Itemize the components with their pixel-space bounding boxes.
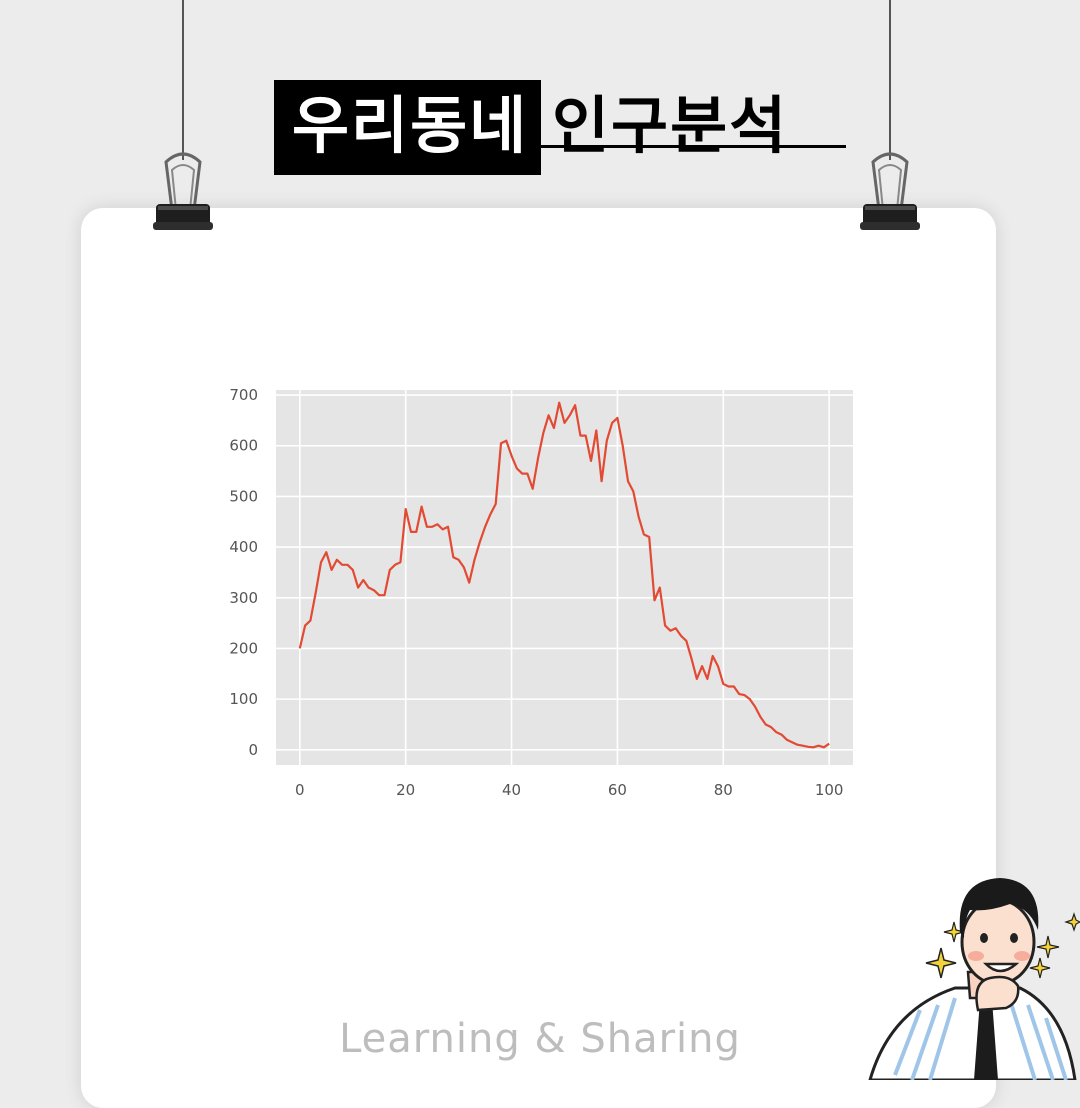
line-chart: 0 20 40 60 80 100 0 100 200 300 400 500 600 700 — [229, 386, 853, 799]
y-tick-label: 700 — [229, 386, 258, 404]
title-rest-text: 인구분석 — [552, 89, 789, 162]
y-tick-label: 600 — [229, 437, 258, 455]
y-tick-label: 300 — [229, 589, 258, 607]
x-tick-label: 80 — [714, 781, 733, 799]
binder-clip-right-icon — [860, 152, 920, 230]
left-wire — [182, 0, 184, 160]
x-tick-label: 0 — [295, 781, 305, 799]
title-highlight-text: 우리동네 — [292, 89, 529, 162]
y-tick-label: 500 — [229, 487, 258, 505]
cartoon-man-illustration — [868, 878, 1080, 1080]
y-tick-label: 200 — [229, 639, 258, 657]
x-tick-label: 60 — [608, 781, 627, 799]
y-tick-label: 100 — [229, 690, 258, 708]
x-tick-label: 40 — [502, 781, 521, 799]
x-tick-label: 20 — [396, 781, 415, 799]
x-tick-label: 100 — [815, 781, 844, 799]
page-title: 우리동네 인구분석 — [274, 80, 854, 180]
y-tick-label: 400 — [229, 538, 258, 556]
y-tick-label: 0 — [248, 741, 258, 759]
binder-clip-left-icon — [153, 152, 213, 230]
right-wire — [889, 0, 891, 160]
